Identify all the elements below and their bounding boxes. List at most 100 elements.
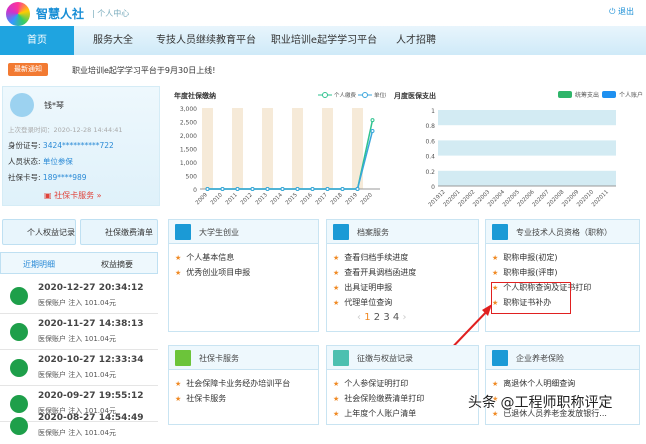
list-item[interactable]: 查看归档手续进度 <box>333 250 478 265</box>
next-page-icon[interactable]: › <box>402 312 406 323</box>
y-tick-label: 3,000 <box>180 106 197 113</box>
x-tick-label: 2010 <box>210 192 224 206</box>
logo-icon <box>6 2 30 26</box>
y-tick-label: 500 <box>186 174 198 181</box>
list-item[interactable]: 职称申报(初定) <box>492 250 639 265</box>
person-icon <box>492 350 508 366</box>
data-point <box>370 128 375 133</box>
card-title: 专业技术人员资格（职称） <box>516 228 612 237</box>
legend-swatch <box>602 91 616 98</box>
list-item[interactable]: 2020-12-27 20:34:12 医保账户 注入 101.04元 <box>0 278 158 314</box>
y-tick-label: 0.4 <box>425 154 435 161</box>
card-contribution-records: 征缴与权益记录 个人参保证明打印社会保险缴费清单打印上年度个人账户清单 <box>326 345 479 425</box>
person-icon <box>175 224 191 240</box>
list-item[interactable]: 社会保险缴费清单打印 <box>333 391 478 406</box>
background-band <box>292 108 303 189</box>
monthly-medical-chart: 月度医保支出00.20.40.60.8120191220200120200220… <box>393 91 643 208</box>
x-tick-label: 2018 <box>330 192 344 206</box>
record-time: 2020-10-27 12:33:34 <box>38 355 144 365</box>
nav-services[interactable]: 服务大全 <box>78 26 148 55</box>
notice-badge: 最新通知 <box>8 63 48 76</box>
list-item[interactable]: 离退休个人明细查询 <box>492 376 639 391</box>
background-band <box>232 108 243 189</box>
y-tick-label: 0.8 <box>425 123 435 130</box>
page-4[interactable]: 4 <box>393 312 399 323</box>
payment-list-button[interactable]: 社保缴费清单 <box>80 219 158 245</box>
list-item[interactable]: 2020-08-27 14:54:49 医保账户 注入 101.04元 <box>0 408 158 444</box>
rights-record-button[interactable]: 个人权益记录 <box>2 219 76 245</box>
x-tick-label: 2017 <box>315 192 329 206</box>
card-service-link[interactable]: ▣ 社保卡服务 » <box>44 190 102 201</box>
record-time: 2020-09-27 19:55:12 <box>38 391 144 401</box>
avatar <box>10 93 34 117</box>
brand-title: 智慧人社 <box>36 7 85 21</box>
list-item[interactable]: 个人基本信息 <box>175 250 318 265</box>
card-value: 189****989 <box>42 173 87 182</box>
chart-title: 年度社保缴纳 <box>174 91 216 100</box>
coin-icon <box>10 323 28 341</box>
card-social-security-card: 社保卡服务 社会保障卡业务经办培训平台社保卡服务 <box>168 345 319 425</box>
list-item[interactable]: 2020-10-27 12:33:34 医保账户 注入 101.04元 <box>0 350 158 386</box>
list-item[interactable]: 职称申报(评审) <box>492 265 639 280</box>
person-icon <box>333 224 349 240</box>
card-title: 企业养老保险 <box>516 354 564 363</box>
list-item[interactable]: 2020-11-27 14:38:13 医保账户 注入 101.04元 <box>0 314 158 350</box>
data-point <box>310 187 315 191</box>
notice-text[interactable]: 职业培训e起学学习平台于9月30日上线! <box>72 65 215 76</box>
logout-button[interactable]: ⏻ 退出 <box>609 6 634 17</box>
list-item[interactable]: 优秀创业项目申报 <box>175 265 318 280</box>
nav-cont-edu[interactable]: 专技人员继续教育平台 <box>150 26 262 55</box>
data-point <box>325 187 330 191</box>
card-service-label: 社保卡服务 » <box>54 191 102 200</box>
list-item[interactable]: 出具证明申报 <box>333 280 478 295</box>
list-item[interactable]: 上年度个人账户清单 <box>333 406 478 421</box>
nav-home[interactable]: 首页 <box>0 26 74 55</box>
nav-training[interactable]: 职业培训e起学学习平台 <box>264 26 384 55</box>
list-item[interactable]: 社会保障卡业务经办培训平台 <box>175 376 318 391</box>
y-tick-label: 1,500 <box>180 147 197 154</box>
x-tick-label: 2012 <box>240 192 254 206</box>
legend-swatch <box>558 91 572 98</box>
data-point <box>205 187 210 191</box>
page-1[interactable]: 1 <box>364 312 370 323</box>
record-list: 2020-12-27 20:34:12 医保账户 注入 101.04元 2020-… <box>0 278 158 437</box>
list-item[interactable]: 个人参保证明打印 <box>333 376 478 391</box>
data-point <box>265 187 270 191</box>
data-point <box>340 187 345 191</box>
record-tabs: 近期明细 权益摘要 <box>0 252 158 274</box>
x-tick-label: 2011 <box>225 192 239 206</box>
card-student-startup: 大学生创业 个人基本信息优秀创业项目申报 <box>168 219 319 332</box>
page-3[interactable]: 3 <box>383 312 389 323</box>
nav-jobs[interactable]: 人才招聘 <box>386 26 446 55</box>
card-icon: ▣ <box>44 191 55 200</box>
id-label: 身份证号: <box>8 141 41 150</box>
list-item[interactable]: 社保卡服务 <box>175 391 318 406</box>
legend-marker <box>322 92 328 98</box>
data-point <box>295 187 300 191</box>
y-tick-label: 0.6 <box>425 138 435 145</box>
list-item[interactable]: 查看开具调档函进度 <box>333 265 478 280</box>
data-point <box>250 187 255 191</box>
last-login: 上次登录时间：2020-12-28 14:44:41 <box>8 126 123 134</box>
page-2[interactable]: 2 <box>374 312 380 323</box>
legend-label: 单位缴费 <box>374 91 386 99</box>
tab-summary[interactable]: 权益摘要 <box>101 259 133 270</box>
card-title: 大学生创业 <box>199 228 239 237</box>
y-tick-label: 1 <box>431 108 435 115</box>
status-label: 人员状态: <box>8 157 41 166</box>
y-tick-label: 0 <box>193 187 197 194</box>
coin-icon <box>10 359 28 377</box>
header: 智慧人社 | 个人中心 ⏻ 退出 <box>0 0 646 26</box>
tab-recent[interactable]: 近期明细 <box>23 259 55 270</box>
background-band <box>202 108 213 189</box>
id-card-icon <box>175 350 191 366</box>
person-icon <box>492 224 508 240</box>
main-nav: 首页 服务大全 专技人员继续教育平台 职业培训e起学学习平台 人才招聘 <box>0 26 646 55</box>
y-tick-label: 2,000 <box>180 133 197 140</box>
x-tick-label: 2020 <box>360 192 374 206</box>
logout-label: 退出 <box>618 7 634 16</box>
person-search-icon <box>333 350 349 366</box>
status-value: 单位参保 <box>42 157 73 166</box>
coin-icon <box>10 417 28 435</box>
x-tick-label: 2015 <box>285 192 299 206</box>
